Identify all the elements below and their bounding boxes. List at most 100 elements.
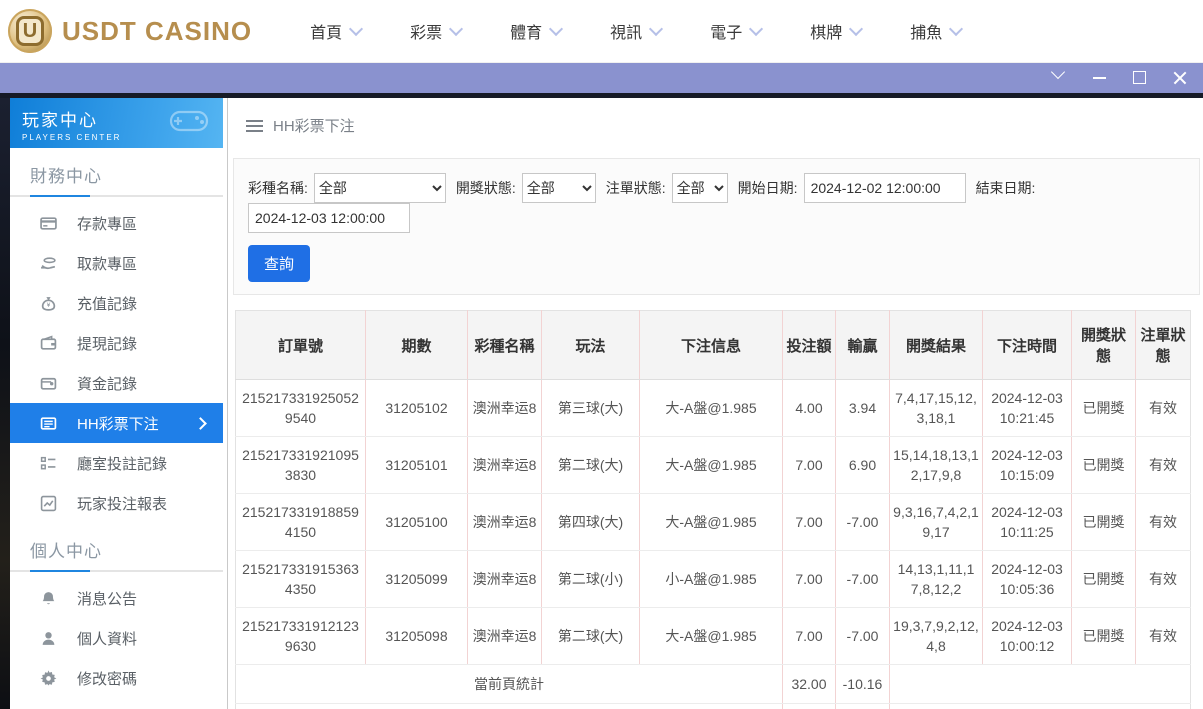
nav-item[interactable]: 電子 [710, 19, 764, 43]
sidebar-item-label: 存款專區 [77, 215, 138, 233]
brand[interactable]: U USDT CASINO [8, 9, 252, 53]
group-underline [10, 195, 223, 197]
sidebar-item[interactable]: 修改密碼 [10, 658, 223, 698]
column-header: 開獎結果 [889, 310, 983, 380]
cell-lottery-name: 澳洲幸运8 [467, 493, 542, 551]
brand-logo-letter: U [16, 16, 44, 46]
cell-order-status: 有效 [1135, 493, 1191, 551]
cell-order-no: 2152173319188594150 [235, 493, 366, 551]
minimize-icon[interactable] [1093, 71, 1107, 85]
cell-lottery-name: 澳洲幸运8 [467, 379, 542, 437]
sidebar-item[interactable]: 存款專區 [10, 203, 223, 243]
end-date-input[interactable] [248, 203, 410, 233]
nav-item[interactable]: 首頁 [310, 19, 364, 43]
nav-item[interactable]: 彩票 [410, 19, 464, 43]
sidebar-item-icon [40, 630, 57, 647]
cell-order-status: 有效 [1135, 607, 1191, 665]
chevron-down-icon [449, 21, 464, 36]
sidebar-item-icon [40, 670, 57, 687]
order-status-label: 注單狀態: [605, 180, 666, 196]
cell-draw-status: 已開獎 [1071, 493, 1136, 551]
nav-item-label: 捕魚 [910, 25, 943, 42]
sidebar-item[interactable]: 廳室投註記錄 [10, 443, 223, 483]
table-body: 2152173319250529540 31205102 澳洲幸运8 第三球(大… [235, 379, 1191, 665]
chevron-down-icon [349, 21, 364, 36]
cell-period: 31205098 [365, 607, 468, 665]
app-window: U USDT CASINO 首頁 彩票 體育 視訊 電子 棋牌 捕魚 玩家中心 … [0, 0, 1203, 709]
column-header: 下注信息 [639, 310, 783, 380]
end-date-label: 結束日期: [975, 180, 1036, 196]
cell-draw-result: 9,3,16,7,4,2,19,17 [889, 493, 983, 551]
cell-bet-info: 大-A盤@1.985 [639, 493, 783, 551]
draw-status-label: 開獎狀態: [455, 180, 516, 196]
sidebar-item[interactable]: 玩家投注報表 [10, 483, 223, 523]
cell-bet-time: 2024-12-03 10:11:25 [982, 493, 1072, 551]
sidebar-personal-items: 消息公告 個人資料 修改密碼 [10, 578, 223, 698]
sidebar-item[interactable]: 個人資料 [10, 618, 223, 658]
titlebar-chevron-down-icon[interactable] [1050, 64, 1067, 85]
nav-item[interactable]: 體育 [510, 19, 564, 43]
lottery-name-label: 彩種名稱: [248, 180, 308, 196]
sidebar-item-icon [40, 455, 57, 472]
nav-item-label: 電子 [710, 25, 743, 42]
cell-bet-time: 2024-12-03 10:15:09 [982, 436, 1072, 494]
query-button[interactable]: 查詢 [248, 245, 311, 282]
nav-item[interactable]: 棋牌 [810, 19, 864, 43]
sidebar-item-label: 修改密碼 [77, 670, 138, 688]
nav-item[interactable]: 視訊 [610, 19, 664, 43]
cell-win-loss: 6.90 [835, 436, 890, 494]
table-row: 2152173319188594150 31205100 澳洲幸运8 第四球(大… [235, 493, 1191, 551]
sidebar-item-label: 玩家投注報表 [77, 495, 168, 513]
cell-win-loss: -7.00 [835, 607, 890, 665]
order-status-select[interactable]: 全部 [671, 173, 728, 203]
sidebar-item[interactable]: 消息公告 [10, 578, 223, 618]
chevron-down-icon [749, 21, 764, 36]
cell-period: 31205102 [365, 379, 468, 437]
sidebar-item-label: 資金記錄 [77, 375, 138, 393]
sidebar-item[interactable]: 取款專區 [10, 243, 223, 283]
brand-name: USDT CASINO [62, 15, 253, 46]
table-row: 2152173319210953830 31205101 澳洲幸运8 第二球(大… [235, 436, 1191, 494]
nav-item-label: 彩票 [410, 25, 443, 42]
sidebar-item[interactable]: 資金記錄 [10, 363, 223, 403]
sidebar-item-label: 個人資料 [77, 630, 138, 648]
brand-logo-icon: U [8, 9, 52, 53]
cell-bet-amount: 7.00 [782, 493, 836, 551]
nav-item[interactable]: 捕魚 [910, 19, 964, 43]
table-summary: 當前頁統計 32.00 -10.16 總統計 32.00 -10.16 [235, 664, 1191, 709]
cell-period: 31205099 [365, 550, 468, 608]
summary-label: 當前頁統計 [235, 664, 783, 704]
sidebar-item-label: HH彩票下注 [77, 415, 159, 433]
summary-winloss-total: -10.16 [835, 703, 890, 709]
cell-bet-amount: 7.00 [782, 607, 836, 665]
lottery-name-select[interactable]: 全部 [313, 173, 446, 203]
maximize-icon[interactable] [1133, 71, 1147, 85]
start-date-input[interactable] [803, 173, 966, 203]
table-row: 2152173319153634350 31205099 澳洲幸运8 第二球(小… [235, 550, 1191, 608]
top-navigation: U USDT CASINO 首頁 彩票 體育 視訊 電子 棋牌 捕魚 [0, 0, 1203, 63]
summary-row: 總統計 32.00 -10.16 [235, 703, 1191, 709]
sidebar-item[interactable]: 充值記錄 [10, 283, 223, 323]
cell-bet-time: 2024-12-03 10:00:12 [982, 607, 1072, 665]
table-row: 2152173319121239630 31205098 澳洲幸运8 第二球(大… [235, 607, 1191, 665]
cell-play-type: 第二球(大) [541, 607, 640, 665]
summary-row: 當前頁統計 32.00 -10.16 [235, 664, 1191, 704]
main-menu: 首頁 彩票 體育 視訊 電子 棋牌 捕魚 [310, 19, 964, 43]
sidebar-item-label: 廳室投註記錄 [77, 455, 168, 473]
chevron-down-icon [849, 21, 864, 36]
cell-draw-status: 已開獎 [1071, 379, 1136, 437]
hamburger-icon[interactable] [246, 119, 263, 132]
sidebar-item-label: 提現記錄 [77, 335, 138, 353]
cell-play-type: 第四球(大) [541, 493, 640, 551]
cell-draw-status: 已開獎 [1071, 607, 1136, 665]
bet-records-table: 訂單號 期數 彩種名稱 玩法 下注信息 投注額 輸贏 開獎結果 下注時間 開獎狀… [235, 310, 1191, 709]
sidebar-item[interactable]: HH彩票下注 [10, 403, 223, 443]
close-icon[interactable] [1173, 71, 1187, 85]
cell-win-loss: 3.94 [835, 379, 890, 437]
draw-status-select[interactable]: 全部 [521, 173, 596, 203]
sidebar-item-label: 取款專區 [77, 255, 138, 273]
sidebar-item[interactable]: 提現記錄 [10, 323, 223, 363]
nav-item-label: 首頁 [310, 25, 343, 42]
nav-item-label: 視訊 [610, 25, 643, 42]
column-header: 彩種名稱 [467, 310, 542, 380]
